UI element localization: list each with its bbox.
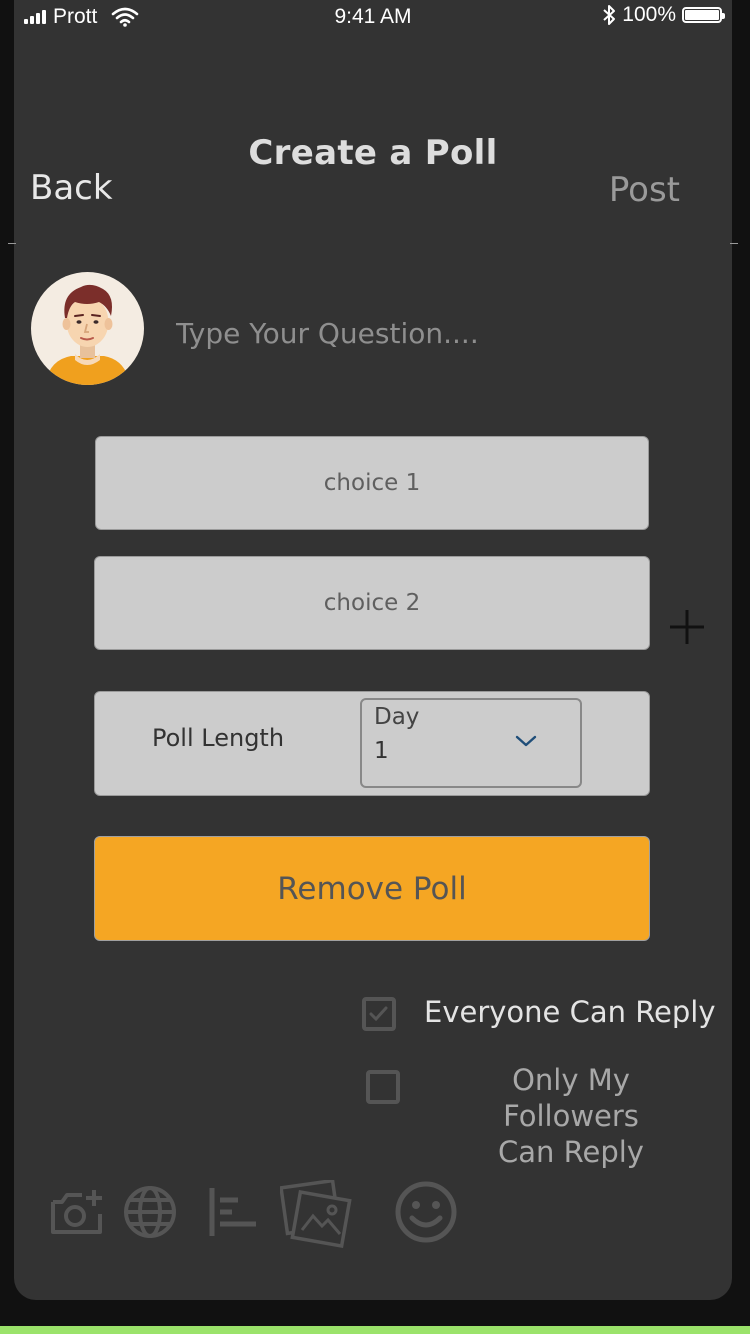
- poll-length-day-select[interactable]: Day 1: [360, 698, 582, 788]
- user-avatar-icon[interactable]: [31, 272, 144, 385]
- poll-length-label: Poll Length: [152, 724, 285, 752]
- followers-reply-label-line1: Only My Followers: [503, 1063, 639, 1133]
- status-right: 100%: [602, 3, 725, 27]
- check-icon: [369, 1006, 388, 1022]
- battery-level: [685, 10, 719, 20]
- plus-icon[interactable]: [668, 608, 706, 646]
- choice-2-input[interactable]: [94, 556, 650, 650]
- post-button[interactable]: Post: [609, 170, 680, 210]
- back-button[interactable]: Back: [30, 168, 113, 208]
- day-select-label: Day: [374, 704, 420, 730]
- avatar-illustration: [45, 284, 130, 385]
- reply-option-followers[interactable]: Only My Followers Can Reply: [364, 1062, 714, 1169]
- bottom-edge: [0, 1326, 750, 1334]
- chevron-down-icon: [515, 735, 537, 747]
- followers-reply-label-line2: Can Reply: [498, 1135, 644, 1169]
- bluetooth-icon: [603, 5, 616, 25]
- page-title: Create a Poll: [248, 133, 498, 173]
- everyone-reply-checkbox[interactable]: [362, 997, 396, 1031]
- day-select-value: 1: [374, 738, 389, 764]
- globe-icon[interactable]: [122, 1184, 178, 1240]
- poll-length-panel: Poll Length Day 1: [94, 691, 650, 796]
- everyone-reply-label: Everyone Can Reply: [424, 995, 716, 1029]
- phone-screen: Prott 9:41 AM 100% Create a Poll Back Po…: [8, 0, 738, 1300]
- choice-1-input[interactable]: [95, 436, 649, 530]
- add-photo-icon[interactable]: [48, 1186, 106, 1238]
- remove-poll-button[interactable]: Remove Poll: [94, 836, 650, 941]
- header-divider-left: [8, 243, 16, 244]
- battery-percent: 100%: [622, 3, 676, 26]
- header-divider-right: [730, 243, 738, 244]
- followers-reply-checkbox[interactable]: [366, 1070, 400, 1104]
- reply-option-everyone[interactable]: Everyone Can Reply: [360, 994, 716, 1038]
- emoji-icon[interactable]: [394, 1180, 458, 1244]
- followers-reply-label: Only My Followers Can Reply: [444, 1062, 698, 1170]
- question-input[interactable]: [174, 305, 698, 361]
- poll-icon[interactable]: [206, 1186, 260, 1238]
- gallery-icon[interactable]: [280, 1180, 352, 1248]
- status-bar: Prott 9:41 AM 100%: [14, 0, 732, 34]
- battery-icon: [682, 7, 725, 23]
